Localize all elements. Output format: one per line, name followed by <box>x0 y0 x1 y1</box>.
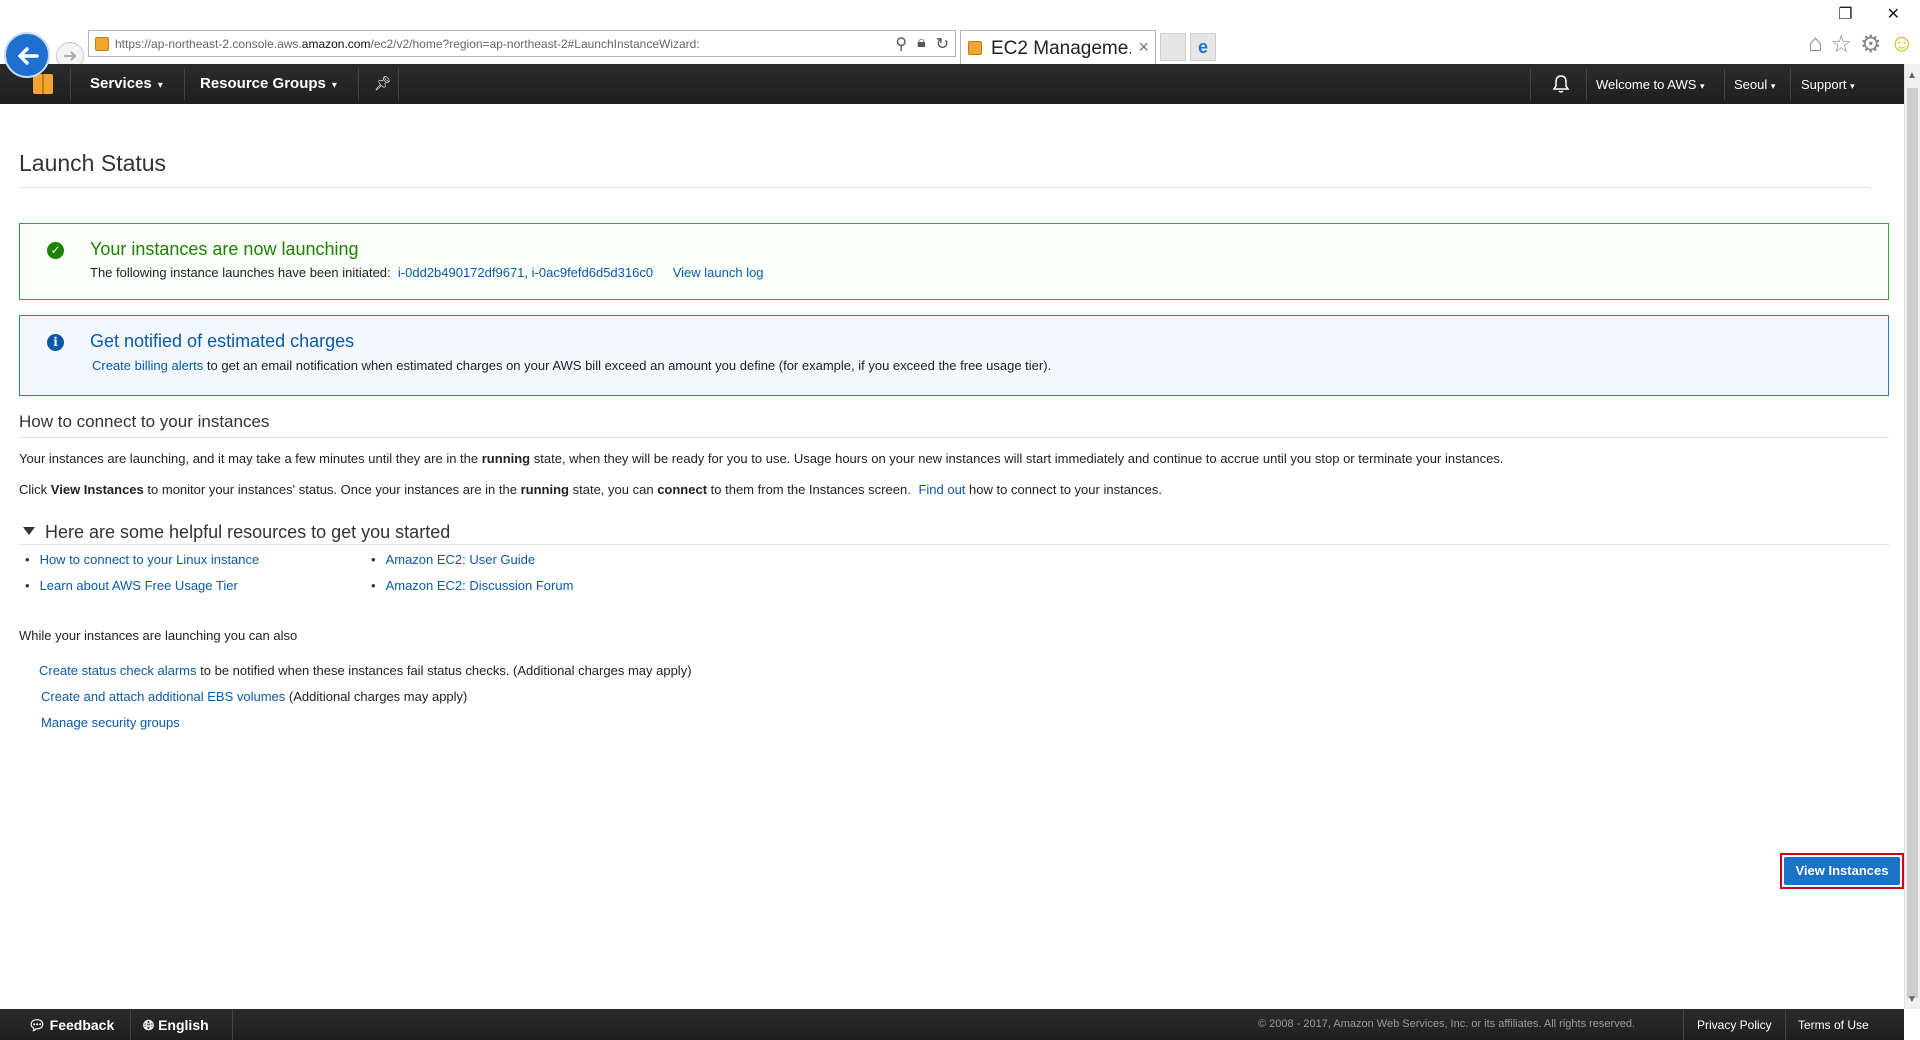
browser-toolbar: https://ap-northeast-2.console.aws.amazo… <box>0 0 1920 78</box>
site-favicon-icon <box>95 37 109 51</box>
list-item: • Amazon EC2: Discussion Forum <box>371 578 574 593</box>
expand-triangle-icon[interactable] <box>23 527 35 535</box>
success-alert-title: Your instances are now launching <box>90 239 359 259</box>
info-alert-body: Create billing alerts to get an email no… <box>92 358 1052 373</box>
resources-toggle[interactable]: Here are some helpful resources to get y… <box>23 522 450 543</box>
language-selector[interactable]: 🌐︎ English <box>143 1017 209 1034</box>
support-menu[interactable]: Support ▾ <box>1801 77 1855 92</box>
ie-tab-icon[interactable]: e <box>1190 33 1216 61</box>
divider <box>19 544 1889 545</box>
view-launch-log-link[interactable]: View launch log <box>673 265 764 280</box>
tab-title: EC2 Manageme... <box>991 38 1131 59</box>
pin-icon[interactable]: 📌︎ <box>374 75 392 92</box>
aws-top-nav: Services ▾ Resource Groups ▾ 📌︎ Welcome to… <box>0 64 1904 104</box>
create-billing-alerts-link[interactable]: Create billing alerts <box>92 358 203 373</box>
tab-close-icon[interactable]: × <box>1138 37 1149 58</box>
connect-paragraph-2: Click View Instances to monitor your ins… <box>19 482 1162 497</box>
also-heading: While your instances are launching you c… <box>19 628 298 643</box>
new-tab-button[interactable] <box>1160 33 1186 61</box>
find-out-link[interactable]: Find out <box>918 482 965 497</box>
divider <box>19 437 1889 438</box>
discussion-forum-link[interactable]: Amazon EC2: Discussion Forum <box>386 578 574 593</box>
info-circle-icon: i <box>47 334 64 351</box>
connect-paragraph-1: Your instances are launching, and it may… <box>19 451 1504 466</box>
resource-groups-menu[interactable]: Resource Groups ▾ <box>200 75 337 92</box>
copyright-text: © 2008 - 2017, Amazon Web Services, Inc.… <box>1258 1018 1635 1030</box>
restore-window-icon[interactable]: ❐ <box>1838 4 1852 24</box>
billing-info-alert: i Get notified of estimated charges Crea… <box>19 315 1889 396</box>
forward-arrow-icon <box>64 51 77 61</box>
globe-icon: 🌐︎ <box>143 1017 155 1033</box>
terms-of-use-link[interactable]: Terms of Use <box>1798 1018 1869 1032</box>
user-guide-link[interactable]: Amazon EC2: User Guide <box>386 552 536 567</box>
url-text[interactable]: https://ap-northeast-2.console.aws.amazo… <box>115 37 700 51</box>
back-arrow-icon <box>18 47 39 65</box>
feedback-button[interactable]: 💬︎ Feedback <box>28 1017 114 1034</box>
check-circle-icon: ✓ <box>47 242 64 259</box>
lock-icon[interactable]: 🔒︎ <box>917 34 926 54</box>
privacy-policy-link[interactable]: Privacy Policy <box>1697 1018 1772 1032</box>
instance-link-1[interactable]: i-0dd2b490172df9671 <box>398 265 525 280</box>
success-alert-body: The following instance launches have bee… <box>90 265 764 280</box>
aws-cube-icon[interactable] <box>33 74 53 94</box>
page-title: Launch Status <box>19 150 167 176</box>
vertical-scrollbar[interactable]: ▲ ▼ <box>1904 64 1920 1009</box>
linux-connect-link[interactable]: How to connect to your Linux instance <box>40 552 260 567</box>
refresh-icon[interactable]: ↻ <box>936 34 949 54</box>
settings-gear-icon[interactable]: ⚙ <box>1860 30 1882 59</box>
scroll-up-icon[interactable]: ▲ <box>1907 70 1917 81</box>
manage-security-groups-link[interactable]: Manage security groups <box>41 715 180 730</box>
list-item: • Learn about AWS Free Usage Tier <box>25 578 238 593</box>
resources-list-right: • Amazon EC2: User Guide • Amazon EC2: Dis… <box>371 552 573 604</box>
favorites-star-icon[interactable]: ☆ <box>1830 30 1852 59</box>
list-item: • Amazon EC2: User Guide <box>371 552 536 567</box>
close-window-icon[interactable]: ✕ <box>1887 4 1900 24</box>
divider <box>19 187 1870 188</box>
services-menu[interactable]: Services ▾ <box>90 75 163 92</box>
scroll-down-icon[interactable]: ▼ <box>1907 994 1917 1005</box>
also-item-1: Create status check alarms to be notifie… <box>39 663 692 678</box>
console-footer: 💬︎ Feedback 🌐︎ English © 2008 - 2017, Am… <box>0 1009 1904 1040</box>
back-button[interactable] <box>4 32 50 78</box>
feedback-bubble-icon: 💬︎ <box>28 1017 46 1033</box>
instance-link-2[interactable]: i-0ac9fefd6d5d316c0 <box>532 265 653 280</box>
home-icon[interactable]: ⌂ <box>1808 30 1823 59</box>
search-icon[interactable]: ⚲ <box>895 34 907 54</box>
view-instances-label[interactable]: View Instances <box>1784 857 1900 885</box>
bell-icon[interactable] <box>1552 74 1570 94</box>
create-status-alarms-link[interactable]: Create status check alarms <box>39 663 197 678</box>
info-alert-title: Get notified of estimated charges <box>90 331 355 351</box>
list-item: • How to connect to your Linux instance <box>25 552 260 567</box>
region-menu[interactable]: Seoul ▾ <box>1734 77 1775 92</box>
tab-favicon-icon <box>968 41 982 55</box>
success-alert: ✓ Your instances are now launching The f… <box>19 223 1889 300</box>
address-bar[interactable]: https://ap-northeast-2.console.aws.amazo… <box>88 30 956 57</box>
resources-list-left: • How to connect to your Linux instance •… <box>25 552 259 604</box>
view-instances-button[interactable]: View Instances <box>1780 853 1904 889</box>
also-item-3: Manage security groups <box>41 715 180 730</box>
connect-heading: How to connect to your instances <box>19 412 270 431</box>
browser-tab-active[interactable]: EC2 Manageme... × <box>960 30 1156 64</box>
account-menu[interactable]: Welcome to AWS ▾ <box>1596 77 1705 92</box>
create-ebs-volumes-link[interactable]: Create and attach additional EBS volumes <box>41 689 285 704</box>
free-tier-link[interactable]: Learn about AWS Free Usage Tier <box>40 578 238 593</box>
also-item-2: Create and attach additional EBS volumes… <box>41 689 468 704</box>
smiley-icon[interactable]: ☺ <box>1889 30 1914 59</box>
scroll-thumb[interactable] <box>1907 88 1918 998</box>
